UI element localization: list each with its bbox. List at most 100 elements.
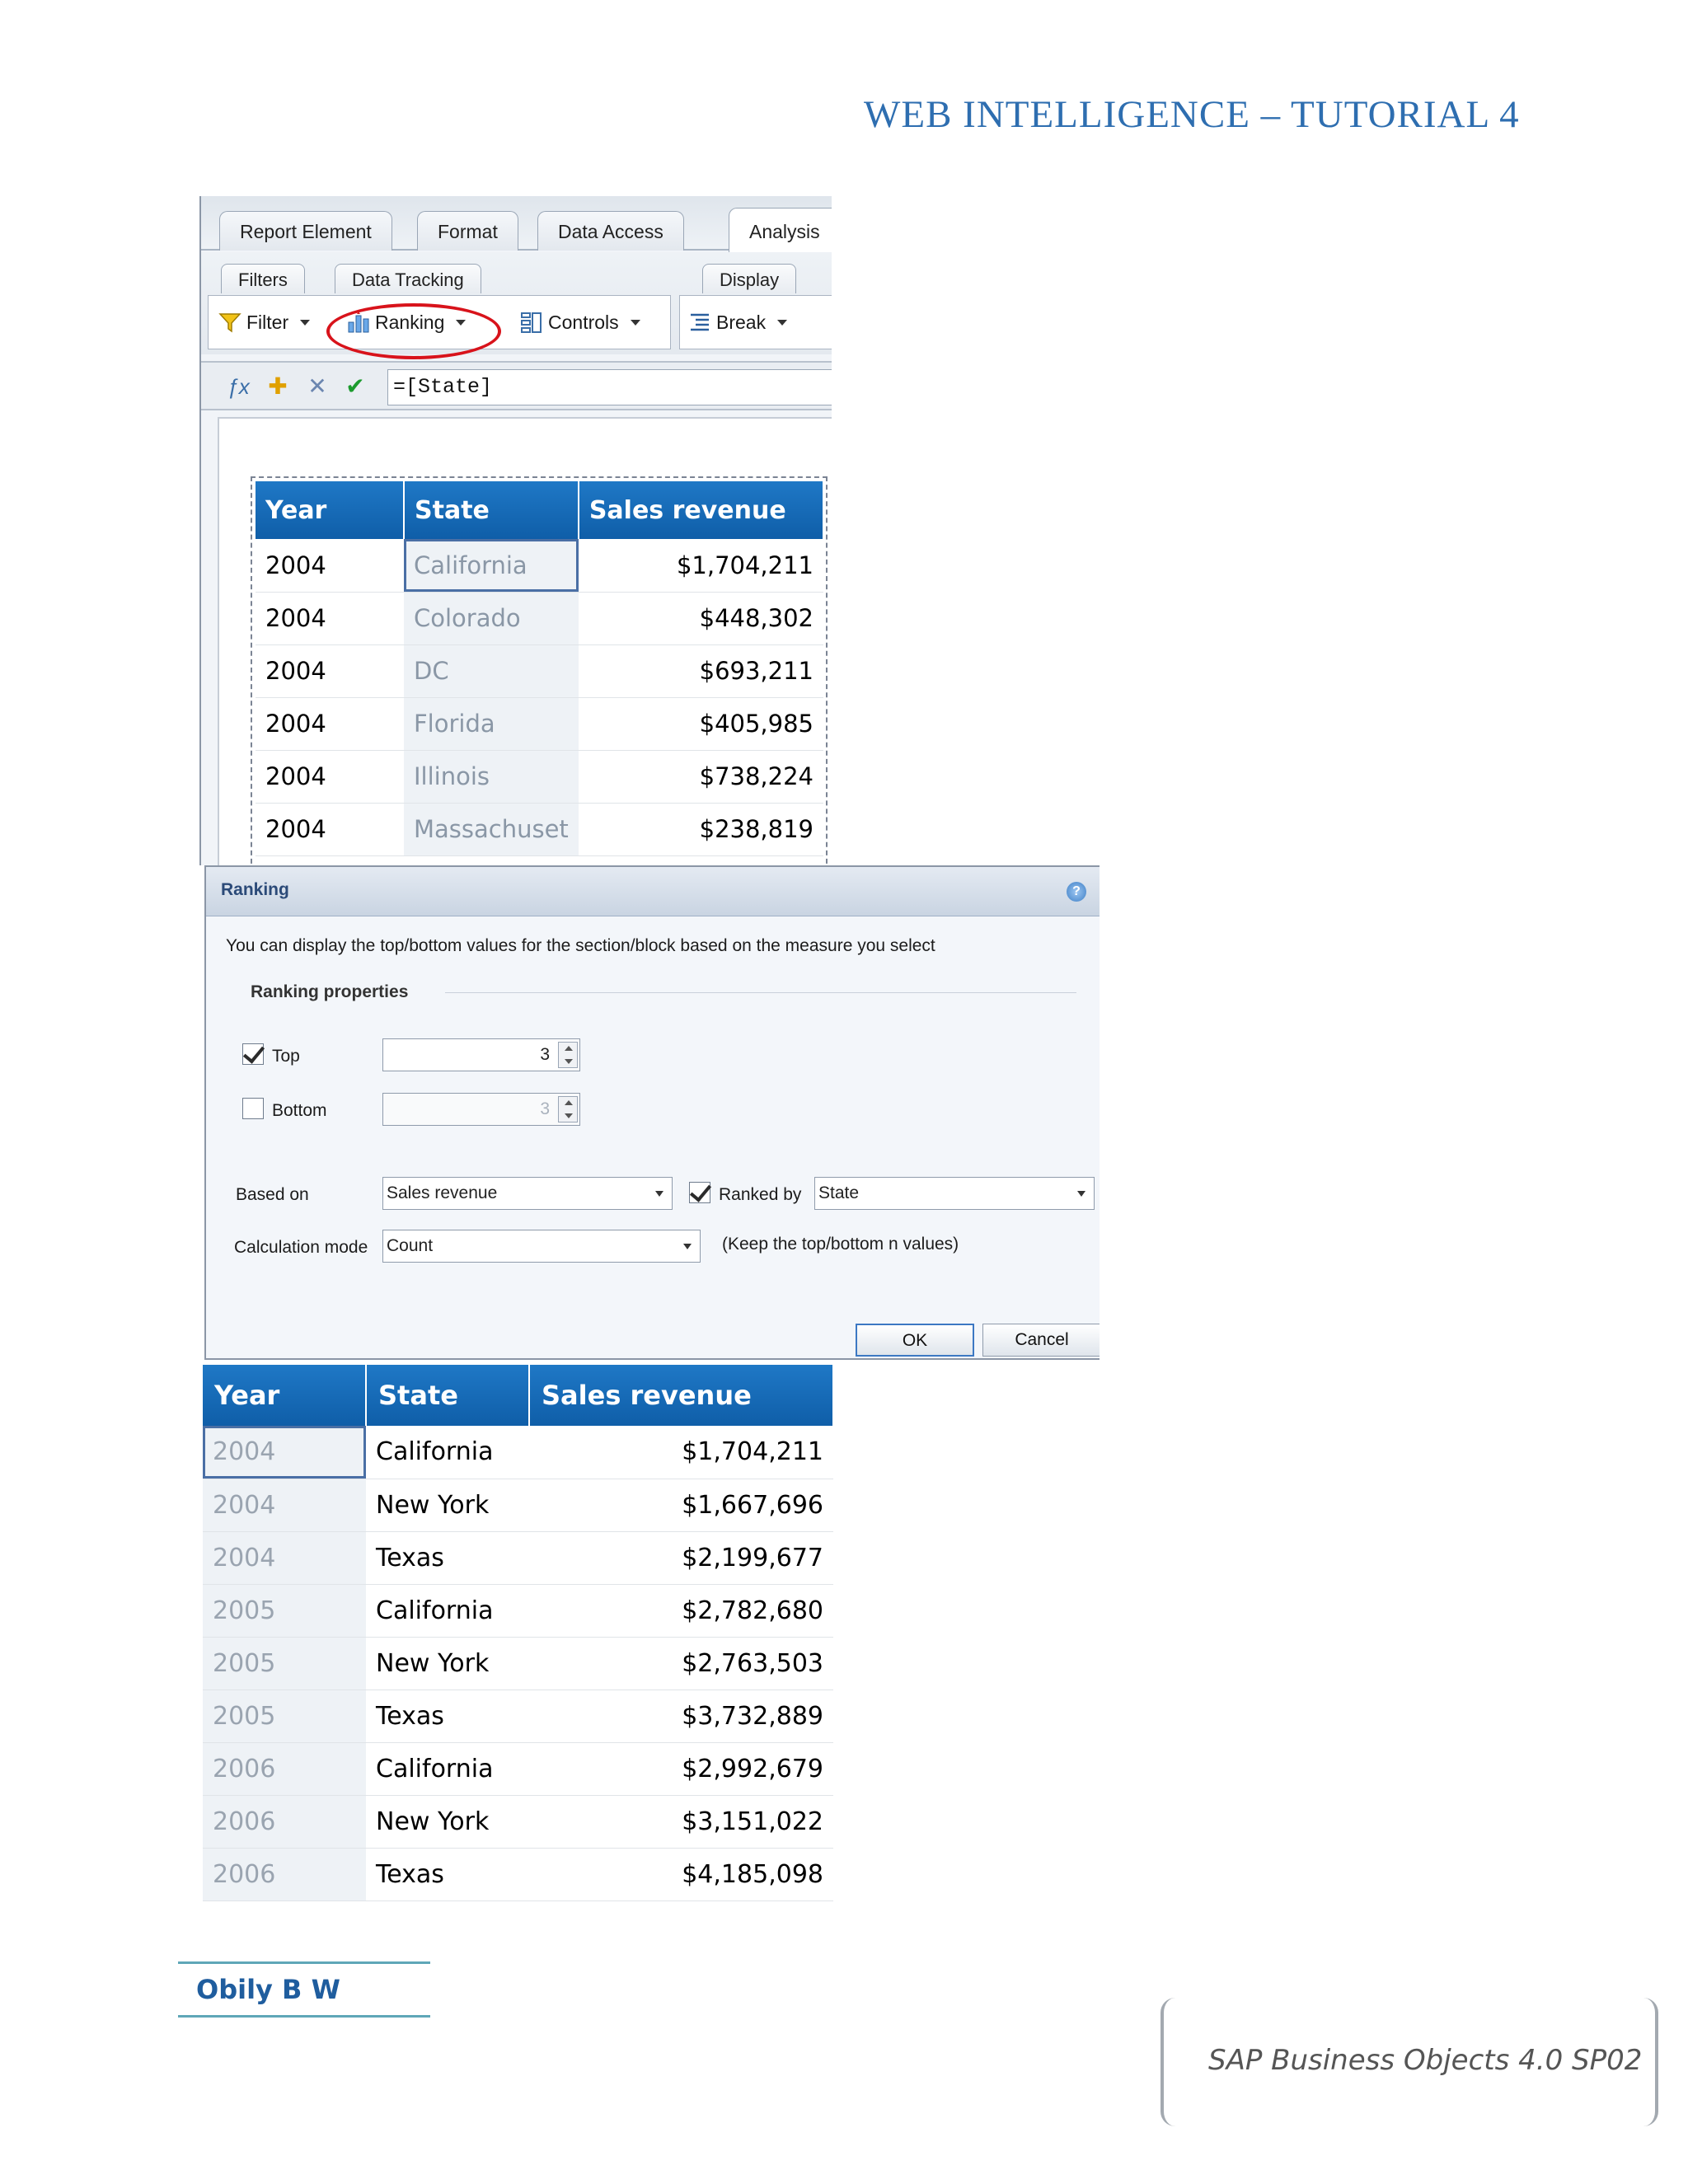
- column-header-sales-revenue[interactable]: Sales revenue: [578, 481, 825, 539]
- state-cell[interactable]: New York: [366, 1479, 529, 1532]
- sales-revenue-cell[interactable]: $3,151,022: [529, 1795, 833, 1849]
- column-header-year[interactable]: Year: [256, 481, 405, 539]
- subtab-filters[interactable]: Filters: [221, 264, 305, 293]
- state-cell[interactable]: Illinois: [404, 750, 579, 804]
- top-checkbox[interactable]: [242, 1043, 264, 1065]
- state-cell[interactable]: Massachuset: [404, 803, 579, 856]
- state-cell[interactable]: New York: [366, 1795, 529, 1849]
- stepper-arrows-icon[interactable]: [558, 1042, 578, 1068]
- tab-report-element[interactable]: Report Element: [219, 211, 392, 251]
- sales-revenue-cell[interactable]: $1,667,696: [529, 1479, 833, 1532]
- state-cell[interactable]: California: [366, 1426, 529, 1479]
- tab-format[interactable]: Format: [417, 211, 518, 251]
- year-cell[interactable]: 2004: [203, 1426, 366, 1479]
- sales-revenue-cell[interactable]: $405,985: [578, 697, 823, 751]
- state-cell[interactable]: New York: [366, 1637, 529, 1690]
- funnel-icon: [218, 313, 241, 333]
- ranked-by-select[interactable]: State: [814, 1177, 1095, 1210]
- filter-button[interactable]: Filter: [218, 306, 311, 339]
- year-cell[interactable]: 2004: [203, 1479, 366, 1532]
- top-label: Top: [272, 1047, 300, 1066]
- year-cell[interactable]: 2005: [203, 1584, 366, 1638]
- table-row: 2006 Texas $4,185,098: [203, 1848, 833, 1901]
- ranking-highlight-circle: [326, 303, 501, 359]
- state-cell[interactable]: Florida: [404, 697, 579, 751]
- ranked-by-checkbox[interactable]: [689, 1182, 710, 1203]
- year-cell[interactable]: 2004: [256, 644, 404, 698]
- calculation-mode-select[interactable]: Count: [382, 1230, 701, 1263]
- table-row: 2006 New York $3,151,022: [203, 1795, 833, 1849]
- ok-button[interactable]: OK: [856, 1324, 974, 1357]
- formula-editor-icon[interactable]: ƒx: [224, 373, 252, 401]
- column-header-sales-revenue[interactable]: Sales revenue: [529, 1365, 834, 1426]
- year-cell[interactable]: 2006: [203, 1848, 366, 1901]
- column-header-state[interactable]: State: [366, 1365, 530, 1426]
- bottom-count-stepper[interactable]: 3: [382, 1093, 580, 1126]
- year-cell[interactable]: 2004: [256, 803, 404, 856]
- year-cell[interactable]: 2004: [256, 592, 404, 645]
- sales-revenue-cell[interactable]: $448,302: [578, 592, 823, 645]
- year-cell[interactable]: 2005: [203, 1690, 366, 1743]
- year-cell[interactable]: 2006: [203, 1742, 366, 1796]
- table-row: 2004 DC $693,211: [256, 644, 823, 698]
- calculation-mode-note: (Keep the top/bottom n values): [722, 1235, 959, 1254]
- calculation-mode-value: Count: [387, 1236, 434, 1255]
- section-divider: [445, 992, 1076, 993]
- year-cell[interactable]: 2004: [203, 1531, 366, 1585]
- stepper-arrows-icon[interactable]: [558, 1096, 578, 1122]
- sales-revenue-cell[interactable]: $2,992,679: [529, 1742, 833, 1796]
- state-cell[interactable]: Colorado: [404, 592, 579, 645]
- break-label: Break: [716, 312, 767, 333]
- year-cell[interactable]: 2005: [203, 1637, 366, 1690]
- subtab-display[interactable]: Display: [702, 264, 797, 293]
- year-cell[interactable]: 2004: [256, 539, 404, 593]
- sales-revenue-cell[interactable]: $2,199,677: [529, 1531, 833, 1585]
- bottom-checkbox[interactable]: [242, 1098, 264, 1119]
- controls-dropdown-icon[interactable]: [630, 319, 640, 326]
- year-cell[interactable]: 2004: [256, 750, 404, 804]
- ribbon-screenshot: Report Element Format Data Access Analys…: [199, 196, 832, 865]
- controls-button[interactable]: Controls: [520, 306, 640, 339]
- filter-dropdown-icon[interactable]: [300, 319, 311, 326]
- tab-analysis[interactable]: Analysis: [729, 208, 832, 252]
- sales-revenue-cell[interactable]: $693,211: [578, 644, 823, 698]
- year-cell[interactable]: 2006: [203, 1795, 366, 1849]
- ranking-properties-heading: Ranking properties: [251, 982, 409, 1001]
- sales-revenue-cell[interactable]: $3,732,889: [529, 1690, 833, 1743]
- state-cell[interactable]: California: [366, 1584, 529, 1638]
- break-button[interactable]: Break: [688, 306, 788, 339]
- cancel-button[interactable]: Cancel: [982, 1324, 1100, 1357]
- state-cell[interactable]: California: [404, 539, 579, 593]
- year-cell[interactable]: 2004: [256, 697, 404, 751]
- table-row: 2004 Massachuset $238,819: [256, 803, 823, 856]
- sales-revenue-cell[interactable]: $238,819: [578, 803, 823, 856]
- break-dropdown-icon[interactable]: [777, 319, 788, 326]
- bottom-count-value: 3: [540, 1099, 550, 1118]
- create-variable-icon[interactable]: ✚: [264, 373, 292, 401]
- based-on-label: Based on: [236, 1185, 309, 1204]
- sales-revenue-cell[interactable]: $2,782,680: [529, 1584, 833, 1638]
- subtab-data-tracking[interactable]: Data Tracking: [335, 264, 481, 293]
- state-cell[interactable]: California: [366, 1742, 529, 1796]
- state-cell[interactable]: Texas: [366, 1690, 529, 1743]
- state-cell[interactable]: DC: [404, 644, 579, 698]
- state-cell[interactable]: Texas: [366, 1848, 529, 1901]
- sales-revenue-cell[interactable]: $1,704,211: [578, 539, 823, 593]
- sales-revenue-cell[interactable]: $1,704,211: [529, 1426, 833, 1479]
- top-count-stepper[interactable]: 3: [382, 1038, 580, 1071]
- ranking-dialog: Ranking ? You can display the top/bottom…: [204, 865, 1100, 1360]
- sales-revenue-cell[interactable]: $738,224: [578, 750, 823, 804]
- based-on-select[interactable]: Sales revenue: [382, 1177, 673, 1210]
- sales-revenue-cell[interactable]: $4,185,098: [529, 1848, 833, 1901]
- state-cell[interactable]: Texas: [366, 1531, 529, 1585]
- cancel-formula-icon[interactable]: ✕: [303, 373, 331, 401]
- column-header-year[interactable]: Year: [203, 1365, 367, 1426]
- break-icon: [691, 313, 709, 331]
- column-header-state[interactable]: State: [404, 481, 579, 539]
- formula-input[interactable]: =[State]: [387, 369, 832, 405]
- table-row: 2005 New York $2,763,503: [203, 1637, 833, 1690]
- help-icon[interactable]: ?: [1067, 882, 1086, 902]
- validate-formula-icon[interactable]: ✔: [341, 373, 369, 401]
- tab-data-access[interactable]: Data Access: [537, 211, 684, 251]
- sales-revenue-cell[interactable]: $2,763,503: [529, 1637, 833, 1690]
